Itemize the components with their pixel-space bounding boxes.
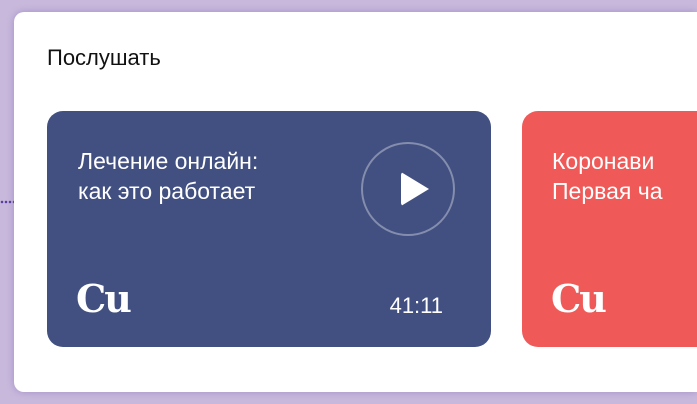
podcast-card-telemedicine[interactable]: Лечение онлайн: как это работает Cu 41:1…: [47, 111, 491, 347]
brand-logo: Cu: [551, 276, 607, 321]
play-icon: [401, 172, 429, 206]
podcast-card-title: Коронави Первая ча: [552, 148, 663, 204]
section-title: Послушать: [47, 45, 161, 70]
dotted-connector: [0, 200, 14, 204]
podcast-card-title: Лечение онлайн: как это работает: [78, 148, 259, 204]
podcast-card-coronavirus[interactable]: Коронави Первая ча Cu: [522, 111, 697, 347]
podcast-widget: Послушать Лечение онлайн: как это работа…: [14, 12, 697, 392]
brand-logo: Cu: [76, 276, 132, 321]
play-button[interactable]: [361, 142, 455, 236]
podcast-duration: 41:11: [389, 293, 443, 318]
